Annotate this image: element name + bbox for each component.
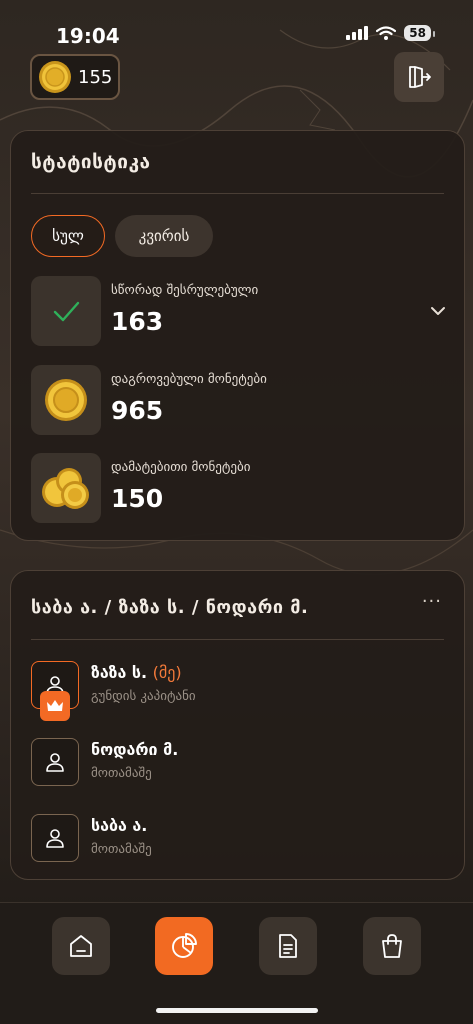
member-role: გუნდის კაპიტანი xyxy=(91,689,196,704)
team-member[interactable]: საბა ა. მოთამაშე xyxy=(31,814,451,864)
stat-row-completed: სწორად შესრულებული 163 xyxy=(31,276,451,346)
shopping-bag-icon xyxy=(382,934,402,958)
nav-tasks-button[interactable] xyxy=(259,917,317,975)
member-role: მოთამაშე xyxy=(91,842,152,857)
stat-row-accumulated-coins: დაგროვებული მონეტები 965 xyxy=(31,365,451,435)
stat-label: დამატებითი მონეტები xyxy=(111,460,251,475)
pie-chart-icon xyxy=(172,933,197,958)
home-icon xyxy=(70,935,92,957)
avatar xyxy=(31,814,79,862)
tab-weekly[interactable]: კვირის xyxy=(115,215,213,257)
logout-icon xyxy=(409,66,431,88)
avatar xyxy=(31,738,79,786)
tab-all[interactable]: სულ xyxy=(31,215,105,257)
coin-balance[interactable]: 155 xyxy=(30,54,120,100)
checkmark-icon xyxy=(31,276,101,346)
member-name: ზაზა ს. (მე) xyxy=(91,663,182,682)
stat-value: 150 xyxy=(111,484,164,513)
user-icon xyxy=(46,753,64,772)
battery-indicator: 58 xyxy=(404,25,435,41)
statistics-title: სტატისტიკა xyxy=(31,151,151,173)
stat-value: 163 xyxy=(111,307,164,336)
team-title: საბა ა. / ზაზა ს. / ნოდარი მ. xyxy=(31,597,309,618)
coin-icon xyxy=(31,365,101,435)
document-icon xyxy=(279,934,297,958)
member-name: ნოდარი მ. xyxy=(91,740,179,759)
chevron-down-icon[interactable] xyxy=(425,298,451,324)
divider xyxy=(31,193,444,194)
team-member[interactable]: ნოდარი მ. მოთამაშე xyxy=(31,738,451,788)
user-icon xyxy=(46,829,64,848)
member-role: მოთამაშე xyxy=(91,766,152,781)
nav-shop-button[interactable] xyxy=(363,917,421,975)
statistics-card: სტატისტიკა სულ კვირის სწორად შესრულებული… xyxy=(10,130,465,541)
coin-icon xyxy=(39,61,71,93)
stat-row-bonus-coins: დამატებითი მონეტები 150 xyxy=(31,453,451,523)
signal-icon xyxy=(346,26,369,40)
stat-label: სწორად შესრულებული xyxy=(111,283,259,298)
home-indicator xyxy=(156,1008,318,1013)
more-options-icon[interactable]: ··· xyxy=(422,591,442,612)
divider xyxy=(31,639,444,640)
me-tag: (მე) xyxy=(152,663,182,682)
stat-label: დაგროვებული მონეტები xyxy=(111,372,267,387)
logout-button[interactable] xyxy=(394,52,444,102)
member-name: საბა ა. xyxy=(91,816,148,835)
nav-home-button[interactable] xyxy=(52,917,110,975)
team-member-captain[interactable]: ზაზა ს. (მე) გუნდის კაპიტანი xyxy=(31,661,451,721)
member-name-text: ზაზა ს. xyxy=(91,663,148,682)
nav-statistics-button[interactable] xyxy=(155,917,213,975)
coin-balance-value: 155 xyxy=(78,66,113,88)
team-card: საბა ა. / ზაზა ს. / ნოდარი მ. ··· ზაზა ს… xyxy=(10,570,465,880)
bottom-navigation xyxy=(0,902,473,1024)
coins-stack-icon xyxy=(31,453,101,523)
status-icons: 58 xyxy=(346,25,435,41)
stat-value: 965 xyxy=(111,396,164,425)
wifi-icon xyxy=(376,26,397,40)
clock: 19:04 xyxy=(56,24,120,48)
crown-icon xyxy=(40,691,70,721)
